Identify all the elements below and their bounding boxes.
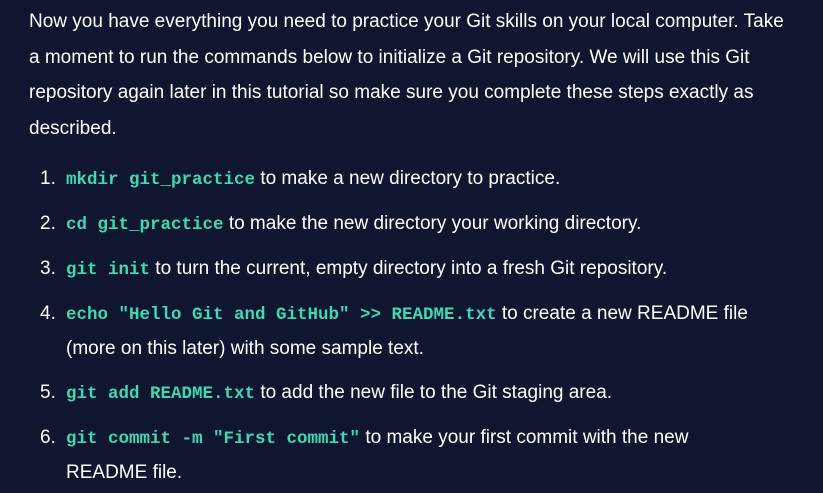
command-code: mkdir git_practice xyxy=(66,170,256,190)
list-item: 1. mkdir git_practice to make a new dire… xyxy=(0,162,756,197)
step-number: 4. xyxy=(40,303,56,324)
step-number: 1. xyxy=(40,168,56,189)
tutorial-page: Now you have everything you need to prac… xyxy=(0,0,823,493)
list-item: 3. git init to turn the current, empty d… xyxy=(0,252,756,287)
step-description: to make a new directory to practice. xyxy=(260,168,561,189)
command-code: echo "Hello Git and GitHub" >> README.tx… xyxy=(66,305,497,325)
step-description: to add the new file to the Git staging a… xyxy=(260,382,613,403)
list-item: 2. cd git_practice to make the new direc… xyxy=(0,207,756,242)
step-description: to turn the current, empty directory int… xyxy=(155,258,668,279)
steps-list: 1. mkdir git_practice to make a new dire… xyxy=(0,162,823,493)
list-item: 5. git add README.txt to add the new fil… xyxy=(0,376,756,411)
command-code: cd git_practice xyxy=(66,215,224,235)
list-item: 6. git commit -m "First commit" to make … xyxy=(0,421,756,490)
command-code: git add README.txt xyxy=(66,384,256,404)
step-number: 6. xyxy=(40,427,56,448)
command-code: git init xyxy=(66,260,151,280)
step-number: 5. xyxy=(40,382,56,403)
step-number: 2. xyxy=(40,213,56,234)
intro-paragraph: Now you have everything you need to prac… xyxy=(29,11,784,139)
step-description: to make the new directory your working d… xyxy=(228,213,642,234)
step-number: 3. xyxy=(40,258,56,279)
list-item: 4. echo "Hello Git and GitHub" >> README… xyxy=(0,297,756,366)
command-code: git commit -m "First commit" xyxy=(66,429,361,449)
